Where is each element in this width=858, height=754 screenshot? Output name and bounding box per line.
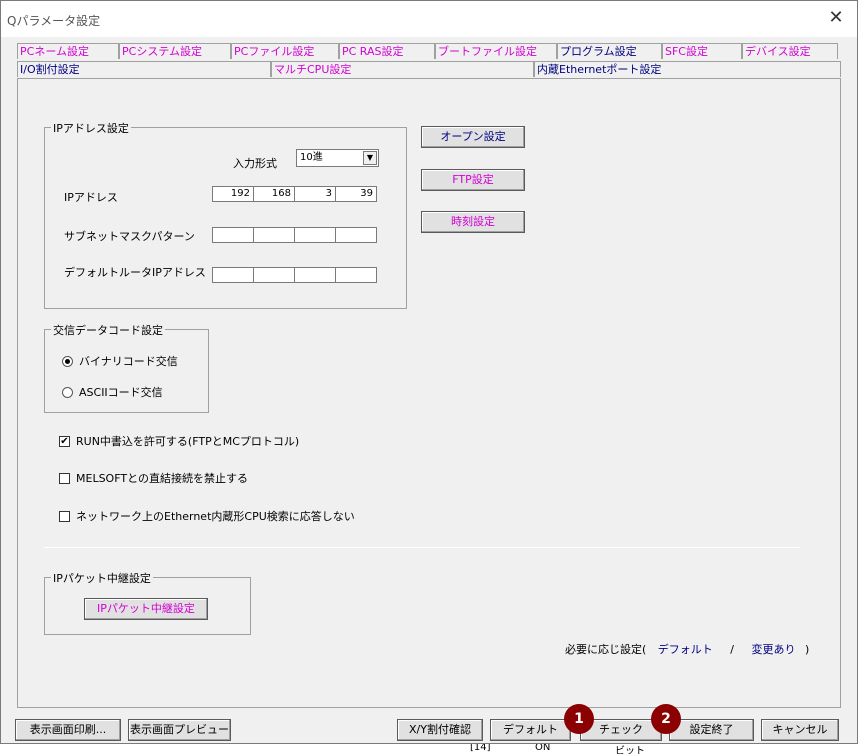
legend-separator: / (730, 643, 735, 656)
legend-default: デフォルト (657, 643, 713, 656)
run-write-label: RUN中書込を許可する(FTPとMCプロトコル) (76, 435, 300, 448)
radio-selected-icon[interactable] (62, 355, 73, 367)
radio-unselected-icon[interactable] (62, 386, 73, 398)
binary-code-label: バイナリコード交信 (79, 355, 178, 368)
ip-address-label: IPアドレス (64, 191, 118, 204)
default-router-field[interactable] (212, 267, 377, 283)
ftp-settings-button[interactable]: FTP設定 (421, 169, 525, 191)
ip-octet[interactable]: 192 (213, 187, 254, 201)
step-badge-one: 1 (564, 704, 594, 734)
tab-io-assign[interactable]: I/O割付設定 (17, 61, 271, 77)
subnet-octet[interactable] (295, 228, 336, 242)
ascii-code-radio[interactable]: ASCIIコード交信 (62, 384, 163, 400)
close-icon[interactable]: ✕ (825, 7, 847, 29)
tab-pc-ras[interactable]: PC RAS設定 (339, 43, 435, 59)
tab-builtin-ethernet[interactable]: 内蔵Ethernetポート設定 (534, 61, 841, 77)
cancel-button[interactable]: キャンセル (761, 719, 839, 741)
ip-address-field[interactable]: 192 168 3 39 (212, 186, 377, 202)
tab-row-lower: I/O割付設定 マルチCPU設定 内蔵Ethernetポート設定 (17, 61, 841, 77)
parameter-dialog: Qパラメータ設定 ✕ PCネーム設定 PCシステム設定 PCファイル設定 PC … (0, 0, 858, 744)
ip-packet-relay-button[interactable]: IPパケット中継設定 (84, 598, 208, 620)
open-settings-button[interactable]: オープン設定 (421, 126, 525, 148)
legend: 必要に応じ設定( デフォルト / 変更あり ) (565, 641, 809, 657)
ip-octet[interactable]: 168 (254, 187, 295, 201)
finish-settings-button[interactable]: 設定終了 (669, 719, 754, 741)
checkmark-icon[interactable]: ✔ (59, 435, 70, 447)
default-button[interactable]: デフォルト (490, 719, 571, 741)
separator-line (44, 547, 800, 548)
ip-octet[interactable]: 3 (295, 187, 336, 201)
subnet-octet[interactable] (336, 228, 376, 242)
input-format-select[interactable]: 10進 ▼ (296, 149, 379, 167)
tab-sfc[interactable]: SFC設定 (662, 43, 742, 59)
router-octet[interactable] (336, 268, 376, 282)
tab-panel-builtin-ethernet: IPアドレス設定 入力形式 10進 ▼ IPアドレス 192 168 3 39 … (17, 78, 841, 708)
subnet-mask-label: サブネットマスクパターン (64, 230, 195, 243)
tab-multi-cpu[interactable]: マルチCPU設定 (271, 61, 534, 77)
title-bar: Qパラメータ設定 ✕ (1, 1, 857, 37)
melsoft-direct-checkbox[interactable]: MELSOFTとの直結接続を禁止する (59, 470, 248, 486)
ip-address-group-title: IPアドレス設定 (51, 120, 131, 136)
subnet-mask-field[interactable] (212, 227, 377, 243)
ip-packet-relay-group: IPパケット中継設定 IPパケット中継設定 (44, 570, 251, 635)
legend-suffix: ) (805, 643, 810, 656)
checkbox-empty-icon[interactable] (59, 472, 70, 484)
tab-row-upper: PCネーム設定 PCシステム設定 PCファイル設定 PC RAS設定 ブートファ… (17, 43, 841, 59)
ascii-code-label: ASCIIコード交信 (79, 386, 163, 399)
window-title: Qパラメータ設定 (7, 14, 101, 28)
subnet-octet[interactable] (254, 228, 295, 242)
chevron-down-icon[interactable]: ▼ (363, 151, 377, 165)
input-format-label: 入力形式 (233, 157, 277, 170)
router-octet[interactable] (213, 268, 254, 282)
tab-boot-file[interactable]: ブートファイル設定 (435, 43, 557, 59)
subnet-octet[interactable] (213, 228, 254, 242)
step-badge-two: 2 (651, 704, 681, 734)
legend-changed: 変更あり (751, 643, 796, 656)
network-search-checkbox[interactable]: ネットワーク上のEthernet内蔵形CPU検索に応答しない (59, 508, 355, 524)
default-router-label: デフォルトルータIPアドレス (64, 266, 206, 279)
ip-packet-relay-title: IPパケット中継設定 (51, 570, 153, 586)
network-search-label: ネットワーク上のEthernet内蔵形CPU検索に応答しない (76, 510, 355, 523)
legend-prefix: 必要に応じ設定( (565, 643, 647, 656)
router-octet[interactable] (295, 268, 336, 282)
communication-code-title: 交信データコード設定 (51, 322, 165, 338)
tab-pc-file[interactable]: PCファイル設定 (231, 43, 339, 59)
melsoft-direct-label: MELSOFTとの直結接続を禁止する (76, 472, 248, 485)
tab-pc-name[interactable]: PCネーム設定 (17, 43, 119, 59)
checkbox-empty-icon[interactable] (59, 510, 70, 522)
input-format-value: 10進 (300, 152, 323, 163)
router-octet[interactable] (254, 268, 295, 282)
tab-program[interactable]: プログラム設定 (557, 43, 662, 59)
run-write-checkbox[interactable]: ✔ RUN中書込を許可する(FTPとMCプロトコル) (59, 433, 299, 449)
binary-code-radio[interactable]: バイナリコード交信 (62, 353, 178, 369)
ip-address-group: IPアドレス設定 入力形式 10進 ▼ IPアドレス 192 168 3 39 … (44, 120, 407, 309)
tab-device[interactable]: デバイス設定 (742, 43, 838, 59)
time-settings-button[interactable]: 時刻設定 (421, 211, 525, 233)
preview-screen-button[interactable]: 表示画面プレビュー (128, 719, 231, 741)
xy-assign-confirm-button[interactable]: X/Y割付確認 (397, 719, 483, 741)
tab-pc-system[interactable]: PCシステム設定 (119, 43, 231, 59)
communication-code-group: 交信データコード設定 バイナリコード交信 ASCIIコード交信 (44, 322, 209, 413)
ip-octet[interactable]: 39 (336, 187, 376, 201)
print-screen-button[interactable]: 表示画面印刷... (15, 719, 121, 741)
